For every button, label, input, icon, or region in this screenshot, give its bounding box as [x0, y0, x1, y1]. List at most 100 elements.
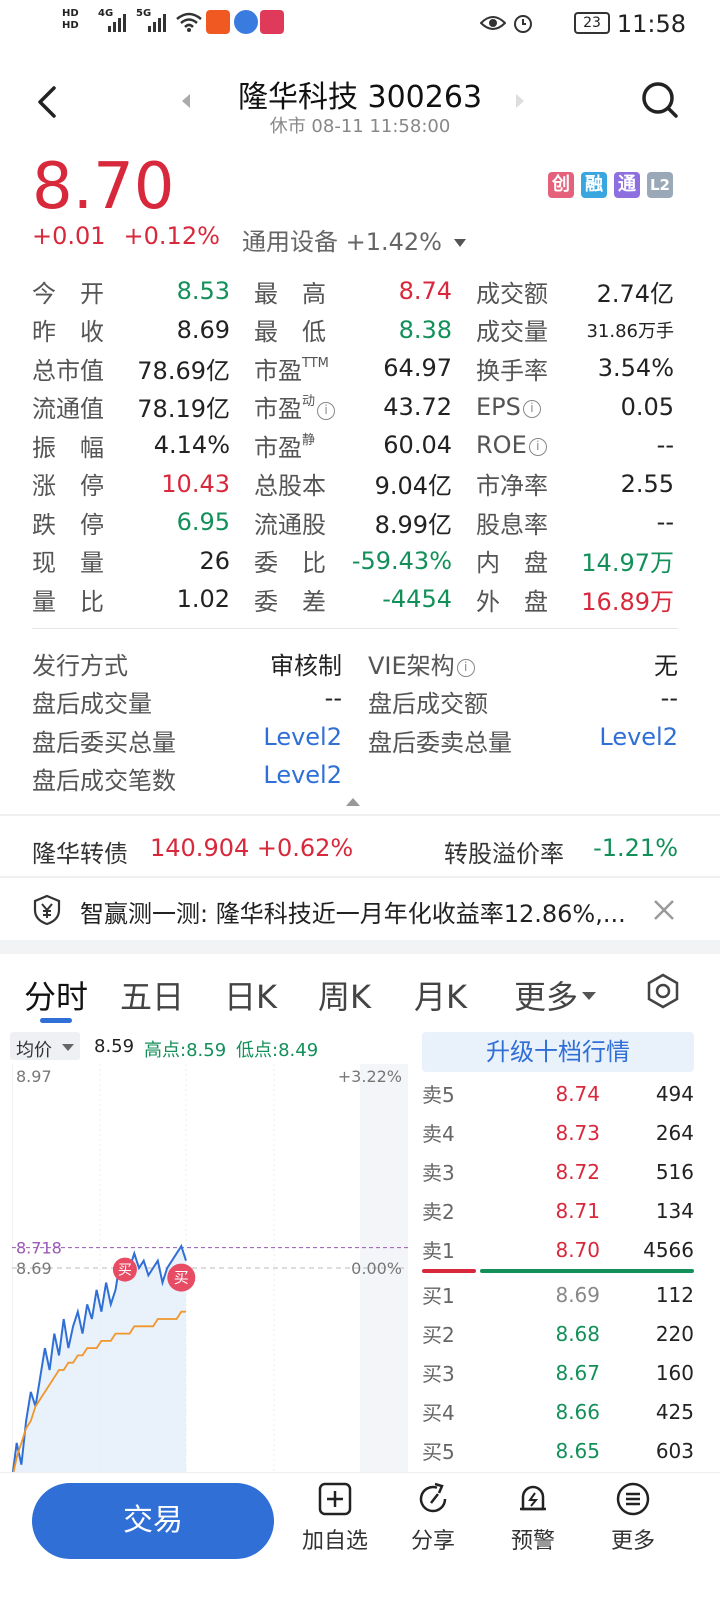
- quote-label: 成交额: [476, 274, 548, 309]
- share-button[interactable]: 分享: [388, 1481, 478, 1555]
- order-row[interactable]: 买2 8.68 220: [422, 1314, 694, 1353]
- ext-value[interactable]: Level2: [263, 723, 342, 758]
- tag-rong[interactable]: 融: [581, 172, 607, 198]
- collapse-caret-icon[interactable]: [346, 798, 360, 806]
- tag-tong[interactable]: 通: [614, 172, 640, 198]
- ext-cell[interactable]: 盘后成交笔数 Level2: [32, 761, 342, 796]
- buy-marker-label: 买: [118, 1263, 132, 1279]
- tab-monthly-k[interactable]: 月K: [414, 972, 467, 1018]
- change-percent: +0.12%: [123, 222, 220, 250]
- add-watchlist-button[interactable]: 加自选: [290, 1481, 380, 1555]
- buy-marker[interactable]: 买: [112, 1257, 137, 1282]
- more-button[interactable]: 更多: [588, 1481, 678, 1555]
- order-row[interactable]: 买3 8.67 160: [422, 1353, 694, 1392]
- quote-label: ROE i: [476, 431, 547, 459]
- wifi-icon: [176, 12, 202, 32]
- close-icon[interactable]: [652, 898, 676, 922]
- alarm-icon: [514, 15, 532, 33]
- info-icon[interactable]: i: [317, 402, 336, 421]
- quote-cell: 最 低 8.38: [254, 312, 452, 347]
- order-row[interactable]: 买5 8.65 603: [422, 1431, 694, 1470]
- ext-label: 盘后委卖总量: [368, 723, 512, 758]
- quote-label: EPS i: [476, 393, 541, 421]
- order-level: 卖4: [422, 1122, 455, 1146]
- order-volume: 220: [655, 1321, 694, 1346]
- ext-value[interactable]: Level2: [263, 761, 342, 796]
- quote-label-sup: 动: [302, 394, 316, 410]
- quote-label: 现 量: [32, 543, 104, 578]
- quote-cell: 换手率 3.54%: [476, 351, 674, 386]
- tab-weekly-k[interactable]: 周K: [318, 972, 371, 1018]
- quote-cell[interactable]: EPS i 0.05: [476, 393, 674, 421]
- tab-intraday[interactable]: 分时: [24, 972, 88, 1018]
- order-row[interactable]: 买1 8.69 112: [422, 1275, 694, 1314]
- intraday-chart[interactable]: 8.97 +3.22% 8.69 0.00% 8.718 买 买: [12, 1064, 408, 1472]
- settings-hex-icon[interactable]: [644, 972, 682, 1010]
- ext-label-text: VIE架构: [368, 651, 455, 680]
- quote-cell[interactable]: ROE i --: [476, 431, 674, 459]
- quote-label-text: 最 低: [254, 318, 326, 347]
- ext-label-text: 盘后委买总量: [32, 728, 176, 757]
- quote-cell: 市净率 2.55: [476, 466, 674, 501]
- quote-label: 股息率: [476, 505, 548, 540]
- hd-indicator: HD HD: [62, 8, 79, 31]
- convertible-bond-row[interactable]: 隆华转债 140.904 +0.62% 转股溢价率 -1.21%: [32, 830, 678, 868]
- more-menu-icon: [616, 1482, 650, 1516]
- divider: [32, 628, 678, 629]
- buy-marker[interactable]: 买: [167, 1263, 196, 1292]
- sector-link[interactable]: 通用设备 +1.42%: [242, 222, 466, 257]
- order-price: 8.74: [555, 1081, 600, 1106]
- quote-value: 6.95: [176, 508, 230, 537]
- quote-cell: 总股本 9.04亿: [254, 466, 452, 501]
- order-level: 买3: [422, 1362, 455, 1386]
- order-row[interactable]: 卖1 8.70 4566: [422, 1230, 694, 1269]
- quote-value: --: [656, 508, 674, 537]
- next-stock-icon[interactable]: [516, 94, 524, 108]
- tag-l2[interactable]: L2: [647, 172, 673, 198]
- buy-orders: 买1 8.69 112 买2 8.68 220 买3 8.67 160 买4 8.66 425 买5 8.…: [422, 1275, 694, 1470]
- order-row[interactable]: 卖5 8.74 494: [422, 1074, 694, 1113]
- order-price: 8.69: [555, 1282, 600, 1307]
- tag-chuang[interactable]: 创: [548, 172, 574, 198]
- avg-value: 8.59: [94, 1036, 135, 1057]
- ext-value: --: [660, 684, 678, 713]
- notice-banner[interactable]: 智赢测一测: 隆华科技近一月年化收益率12.86%,...: [0, 880, 720, 940]
- tab-more[interactable]: 更多: [514, 972, 597, 1018]
- share-icon: [419, 1482, 447, 1513]
- order-row[interactable]: 卖2 8.71 134: [422, 1191, 694, 1230]
- quote-row: 总市值 78.69亿 市盈TTM 64.97 换手率 3.54%: [32, 349, 678, 388]
- upgrade-button[interactable]: 升级十档行情: [422, 1032, 694, 1072]
- quote-value: 3.54%: [597, 354, 674, 383]
- quote-cell: 流通股 8.99亿: [254, 505, 452, 540]
- ext-cell[interactable]: 盘后委买总量 Level2: [32, 723, 342, 758]
- quote-cell: 量 比 1.02: [32, 582, 230, 617]
- quote-row: 昨 收 8.69 最 低 8.38 成交量 31.86万手: [32, 311, 678, 350]
- trade-button[interactable]: 交易: [32, 1483, 274, 1559]
- sell-orders: 卖5 8.74 494 卖4 8.73 264 卖3 8.72 516 卖2 8.71 134 卖1 8.…: [422, 1074, 694, 1269]
- chevron-down-icon: [582, 992, 597, 1000]
- quote-cell[interactable]: 市盈动i 43.72: [254, 389, 452, 424]
- quote-cell: 昨 收 8.69: [32, 312, 230, 347]
- info-icon[interactable]: i: [456, 658, 475, 677]
- ext-cell: 盘后成交量 --: [32, 684, 342, 719]
- quote-cell: 成交量 31.86万手: [476, 312, 674, 347]
- tab-daily-k[interactable]: 日K: [224, 972, 277, 1018]
- quote-label-text: 总股本: [254, 472, 326, 501]
- ext-value[interactable]: Level2: [599, 723, 678, 758]
- order-row[interactable]: 买4 8.66 425: [422, 1392, 694, 1431]
- search-icon[interactable]: [640, 80, 680, 120]
- order-level: 买1: [422, 1284, 455, 1308]
- order-price: 8.71: [555, 1198, 600, 1223]
- ext-value: 无: [654, 651, 678, 680]
- ext-row: 发行方式 审核制 VIE架构 i 无: [32, 644, 678, 683]
- order-row[interactable]: 卖3 8.72 516: [422, 1152, 694, 1191]
- info-icon[interactable]: i: [528, 438, 547, 457]
- alert-button[interactable]: 预警: [488, 1481, 578, 1555]
- quote-label: 振 幅: [32, 428, 104, 463]
- quote-label-text: 最 高: [254, 279, 326, 308]
- info-icon[interactable]: i: [522, 399, 541, 418]
- quote-cell: 委 差 -4454: [254, 582, 452, 617]
- tab-five-day[interactable]: 五日: [120, 972, 184, 1018]
- ext-cell[interactable]: 盘后委卖总量 Level2: [368, 723, 678, 758]
- order-row[interactable]: 卖4 8.73 264: [422, 1113, 694, 1152]
